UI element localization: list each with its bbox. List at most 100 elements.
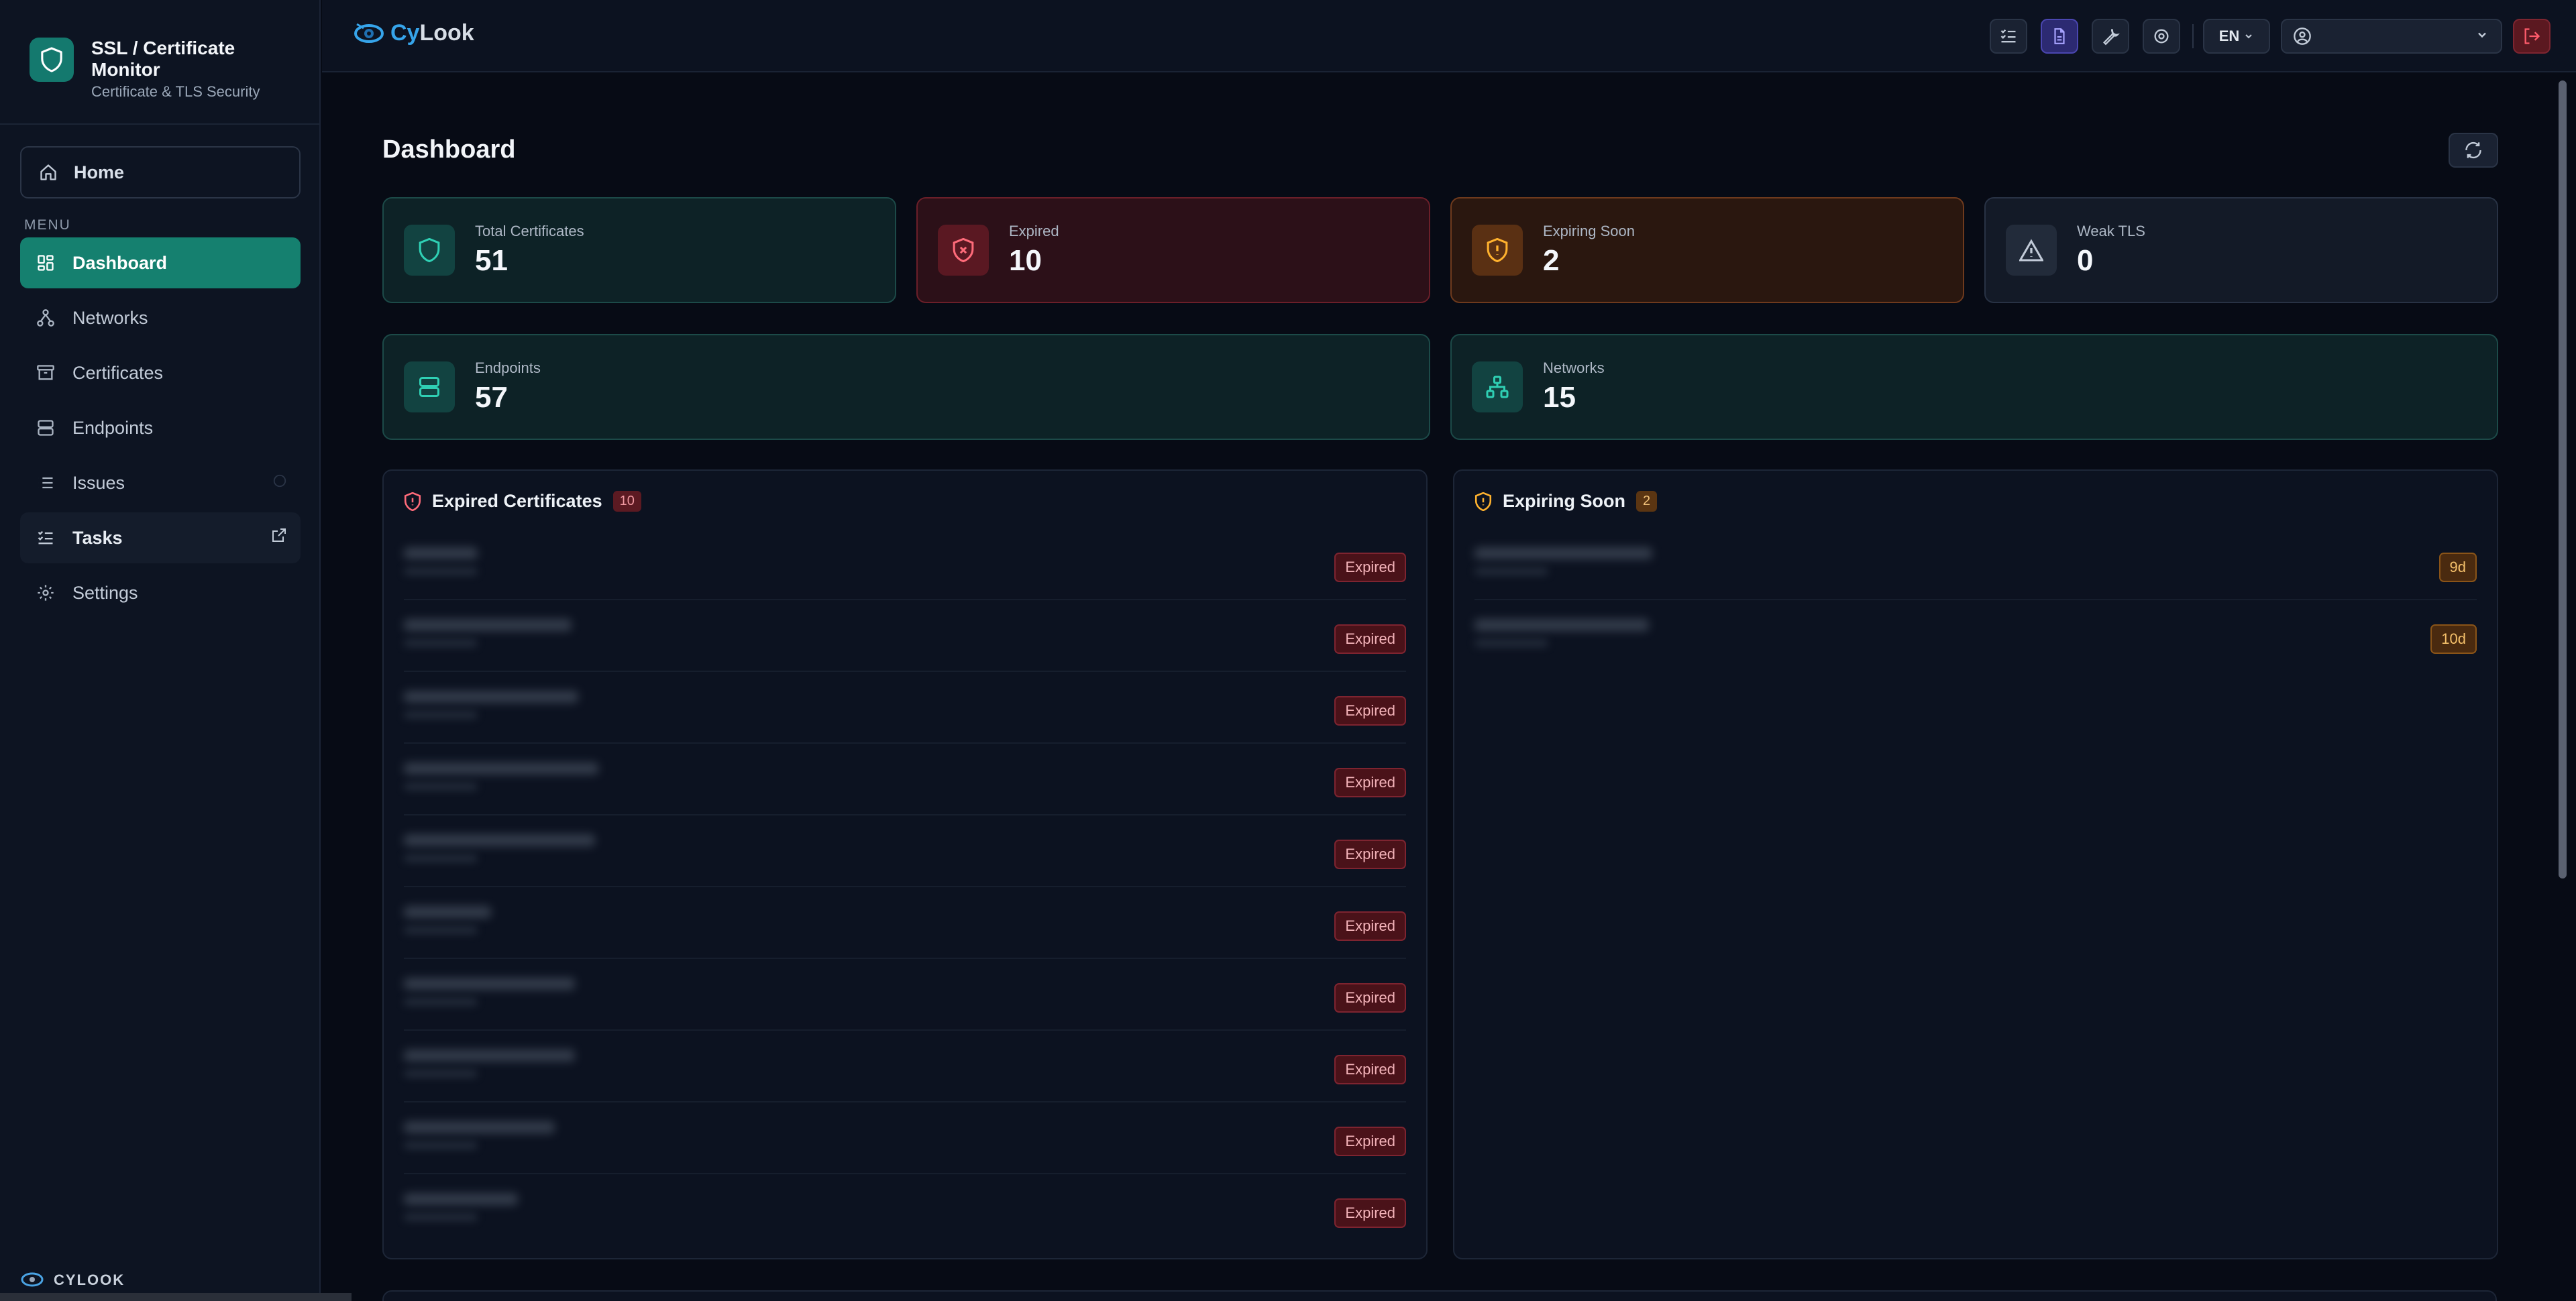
language-select[interactable]: EN (2203, 19, 2270, 54)
document-icon (2051, 27, 2068, 46)
app-title: SSL / Certificate Monitor (91, 38, 235, 80)
sidebar-item-settings[interactable]: Settings (20, 567, 301, 618)
cylook-logo[interactable]: Cy Look (352, 17, 474, 48)
card-value: 15 (1543, 381, 1576, 414)
shield-icon (404, 492, 421, 511)
panel-header: Expiring Soon 2 (1474, 491, 1658, 512)
status-badge: Expired (1334, 768, 1406, 797)
user-menu[interactable] (2281, 19, 2502, 54)
list-item[interactable]: Expired (404, 815, 1406, 887)
logo-text-cy: Cy (390, 19, 420, 46)
sidebar-item-label: Tasks (72, 527, 123, 548)
chevron-down-icon (2475, 28, 2489, 42)
status-badge: Expired (1334, 553, 1406, 582)
sidebar-item-dashboard[interactable]: Dashboard (20, 237, 301, 288)
logout-button[interactable] (2513, 19, 2551, 54)
refresh-button[interactable] (2449, 133, 2498, 168)
topbar: Cy Look EN (322, 0, 2576, 72)
status-badge: Expired (1334, 1198, 1406, 1228)
status-badge: Expired (1334, 1127, 1406, 1156)
sidebar-item-label: Issues (72, 472, 125, 493)
gear-icon (2152, 27, 2171, 46)
home-button[interactable]: Home (20, 146, 301, 199)
sidebar-item-label: Networks (72, 307, 148, 328)
card-value: 51 (475, 244, 508, 277)
brand: SSL / Certificate Monitor Certificate & … (30, 38, 292, 101)
sidebar-item-label: Dashboard (72, 252, 168, 273)
sidebar-item-issues[interactable]: Issues (20, 457, 301, 508)
language-value: EN (2218, 27, 2240, 44)
refresh-icon (2464, 141, 2483, 160)
card-label: Networks (1543, 359, 1605, 376)
archive-icon (35, 362, 56, 384)
panel-header: Expired Certificates 10 (404, 491, 641, 512)
panel-title: Expiring Soon (1503, 491, 1626, 511)
shield-x-icon (938, 225, 989, 276)
count-badge: 10 (612, 491, 641, 512)
card-value: 2 (1543, 244, 1560, 277)
wrench-icon (2101, 27, 2120, 46)
list-item[interactable]: Expired (404, 744, 1406, 815)
list-item[interactable]: Expired (404, 959, 1406, 1031)
expiring-soon-panel: Expiring Soon 2 9d 10d (1453, 469, 2498, 1259)
status-badge: Expired (1334, 624, 1406, 654)
status-badge: Expired (1334, 1055, 1406, 1084)
days-badge: 9d (2438, 553, 2477, 582)
list-icon (35, 472, 56, 494)
page-title: Dashboard (382, 135, 516, 164)
list-item[interactable]: Expired (404, 600, 1406, 672)
list-item[interactable]: Expired (404, 1031, 1406, 1102)
vertical-scrollbar[interactable] (2559, 80, 2567, 879)
dashboard-icon (35, 252, 56, 274)
sidebar-item-label: Endpoints (72, 417, 154, 438)
server-icon (35, 417, 56, 439)
shield-alert-icon (1472, 225, 1523, 276)
status-badge: Expired (1334, 696, 1406, 726)
horizontal-scrollbar[interactable] (0, 1293, 352, 1301)
expired-card[interactable]: Expired 10 (916, 197, 1430, 303)
list-item[interactable]: Expired (404, 528, 1406, 600)
sidebar: SSL / Certificate Monitor Certificate & … (0, 0, 352, 1301)
weak-tls-card[interactable]: Weak TLS 0 (1984, 197, 2498, 303)
panel-title: Expired Certificates (432, 491, 602, 511)
networks-card[interactable]: Networks 15 (1450, 334, 2498, 440)
list-item[interactable]: Expired (404, 672, 1406, 744)
card-label: Endpoints (475, 359, 541, 376)
checklist-icon (1999, 27, 2018, 46)
sidebar-item-label: Settings (72, 582, 138, 603)
count-badge: 2 (1636, 491, 1658, 512)
expiring-soon-card[interactable]: Expiring Soon 2 (1450, 197, 1964, 303)
card-label: Expiring Soon (1543, 223, 1635, 239)
endpoints-card[interactable]: Endpoints 57 (382, 334, 1430, 440)
status-badge: Expired (1334, 983, 1406, 1013)
list-item[interactable]: 10d (1474, 600, 2477, 672)
sidebar-footer: CYLOOK (20, 1269, 125, 1292)
cylook-logo-icon (20, 1269, 44, 1292)
warning-icon (2006, 225, 2057, 276)
card-label: Total Certificates (475, 223, 584, 239)
sidebar-item-endpoints[interactable]: Endpoints (20, 402, 301, 453)
reports-button[interactable] (2041, 19, 2078, 54)
external-link-icon (271, 527, 287, 548)
sidebar-item-tasks[interactable]: Tasks (20, 512, 301, 563)
next-panel-edge (382, 1290, 2497, 1301)
user-icon (2293, 27, 2312, 46)
sidebar-nav: Dashboard Networks Certificates Endpoint… (20, 237, 301, 622)
list-item[interactable]: Expired (404, 1174, 1406, 1246)
total-certificates-card[interactable]: Total Certificates 51 (382, 197, 896, 303)
list-item[interactable]: Expired (404, 887, 1406, 959)
tasks-button[interactable] (1990, 19, 2027, 54)
chevron-down-icon (2243, 31, 2254, 42)
divider (0, 123, 321, 125)
settings-button[interactable] (2143, 19, 2180, 54)
list-item[interactable]: Expired (404, 1102, 1406, 1174)
status-badge: Expired (1334, 911, 1406, 941)
sidebar-item-networks[interactable]: Networks (20, 292, 301, 343)
list-item[interactable]: 9d (1474, 528, 2477, 600)
shield-alert-icon (1474, 492, 1492, 511)
card-label: Expired (1009, 223, 1059, 239)
footer-brand: CYLOOK (54, 1271, 125, 1288)
tasks-icon (35, 527, 56, 549)
sidebar-item-certificates[interactable]: Certificates (20, 347, 301, 398)
tools-button[interactable] (2092, 19, 2129, 54)
